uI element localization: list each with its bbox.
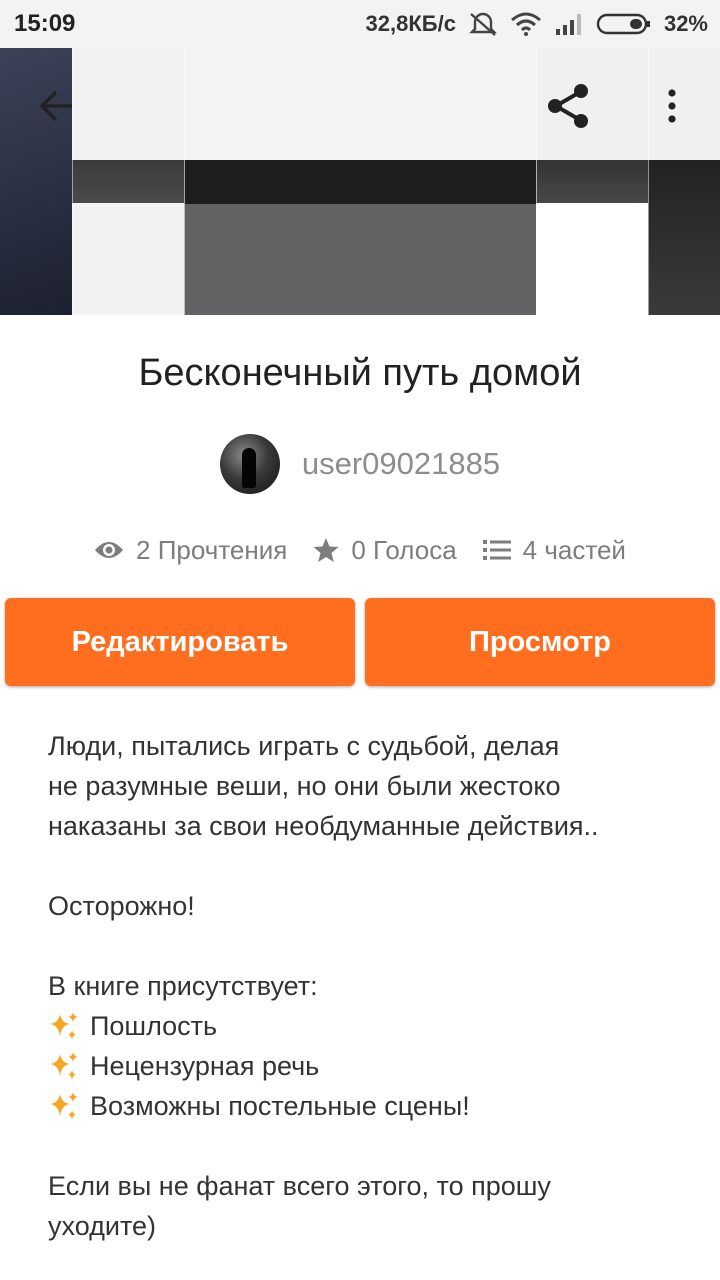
star-icon [313, 538, 339, 562]
cover-image [648, 160, 720, 315]
arrow-left-icon [39, 90, 72, 122]
warning-text: Осторожно! [48, 891, 195, 921]
signal-icon [555, 14, 581, 35]
list-item: Нецензурная речь [48, 1046, 688, 1086]
sparkles-icon [50, 1092, 78, 1120]
parts-count: 4 частей [522, 534, 626, 565]
share-button[interactable] [540, 78, 596, 134]
network-speed: 32,8КБ/с [365, 11, 456, 36]
status-bar: 15:09 32,8КБ/с 32% [0, 0, 720, 48]
cover-image [536, 160, 648, 203]
more-vertical-icon [668, 89, 676, 123]
reads-count: 2 Прочтения [136, 534, 288, 565]
status-time: 15:09 [14, 10, 76, 37]
cover-image [184, 160, 536, 204]
sparkles-icon [50, 1052, 78, 1080]
list-icon [482, 540, 511, 560]
battery-percent: 32% [663, 11, 708, 36]
more-options-button[interactable] [644, 78, 700, 134]
story-title: Бесконечный путь домой [138, 352, 582, 394]
avatar[interactable] [219, 434, 280, 494]
alarm-off-icon [469, 12, 497, 36]
author-name[interactable]: user09021885 [302, 446, 500, 482]
back-button[interactable] [28, 78, 84, 134]
status-icons: 32,8КБ/с 32% [366, 9, 708, 39]
description-line: Люди, пытались играть с судьбой, делая [48, 731, 560, 761]
view-button[interactable]: Просмотр [365, 598, 715, 686]
list-item: Пошлость [48, 1006, 688, 1046]
parts-stat: 4 частей [482, 534, 626, 566]
description-line: не разумные веши, но они были жестоко [48, 771, 561, 801]
story-stats: 2 Прочтения 0 Голоса 4 частей [0, 530, 720, 570]
description-line: уходите) [48, 1211, 157, 1241]
votes-stat: 0 Голоса [313, 534, 457, 566]
description-line: Если вы не фанат всего этого, то прошу [48, 1171, 551, 1201]
author-row[interactable]: user09021885 [0, 434, 720, 494]
wifi-icon [510, 12, 541, 36]
list-item: Возможны постельные сцены! [48, 1086, 688, 1126]
contains-heading: В книге присутствует: [48, 971, 318, 1001]
top-toolbar [0, 48, 720, 160]
share-icon [548, 84, 588, 128]
edit-button[interactable]: Редактировать [5, 598, 355, 686]
battery-icon [596, 13, 650, 35]
votes-count: 0 Голоса [351, 534, 457, 565]
story-description: Люди, пытались играть с судьбой, делая н… [48, 726, 688, 1246]
description-line: наказаны за свои необдуманные действия.. [48, 811, 599, 841]
reads-stat: 2 Прочтения [94, 535, 287, 566]
list-item-text: Пошлость [90, 1011, 218, 1041]
eye-icon [95, 542, 124, 558]
cover-image [184, 204, 536, 315]
cover-image [72, 160, 184, 203]
list-item-text: Возможны постельные сцены! [90, 1091, 470, 1121]
sparkles-icon [50, 1012, 78, 1040]
list-item-text: Нецензурная речь [90, 1051, 320, 1081]
